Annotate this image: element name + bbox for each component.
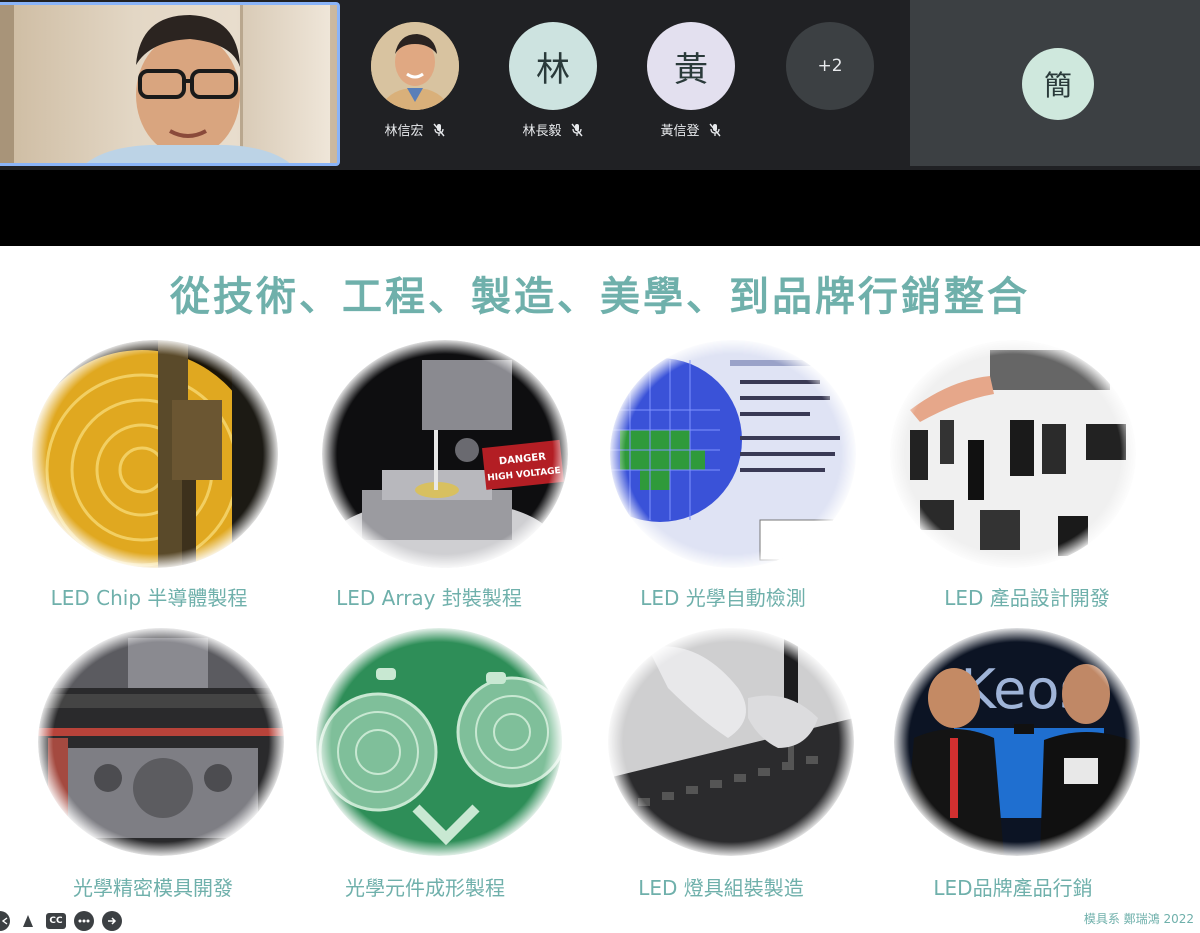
avatar: 林 bbox=[509, 22, 597, 110]
presentation-toolbar: CC bbox=[0, 911, 122, 931]
more-participants-button[interactable]: +2 bbox=[786, 22, 874, 110]
caption-precision-mold: 光學精密模具開發 bbox=[73, 876, 233, 900]
mic-off-icon bbox=[570, 123, 583, 136]
participant-name: 林長毅 bbox=[522, 124, 562, 139]
avatar: 黃 bbox=[647, 22, 735, 110]
prev-partial-button[interactable] bbox=[0, 911, 10, 931]
caption-brand-marketing: LED品牌產品行銷 bbox=[933, 876, 1093, 900]
speaker-figure bbox=[86, 15, 290, 163]
photo-precision-mold bbox=[38, 628, 284, 856]
photo-led-array: DANGER HIGH VOLTAGE bbox=[322, 340, 568, 568]
participant-name: 黃信登 bbox=[660, 124, 700, 139]
arrow-right-icon bbox=[108, 917, 117, 925]
photo-led-inspection bbox=[610, 340, 856, 568]
avatar bbox=[371, 22, 459, 110]
pen-icon bbox=[23, 915, 33, 927]
caption-led-inspection: LED 光學自動檢測 bbox=[640, 586, 806, 610]
caption-optical-molding: 光學元件成形製程 bbox=[345, 876, 505, 900]
presentation-letterbox bbox=[0, 170, 1200, 246]
photo-led-design bbox=[890, 340, 1136, 568]
side-participant-tile[interactable]: 簡 bbox=[910, 0, 1200, 166]
caption-led-chip: LED Chip 半導體製程 bbox=[50, 586, 248, 610]
mic-off-icon bbox=[708, 123, 721, 136]
slide-title: 從技術、工程、製造、美學、到品牌行銷整合 bbox=[170, 274, 1030, 320]
arrow-left-icon bbox=[1, 917, 8, 925]
caption-led-array: LED Array 封裝製程 bbox=[336, 586, 522, 610]
presentation-slide: 從技術、工程、製造、美學、到品牌行銷整合 LED Chip 半導體製程 DANG… bbox=[0, 246, 1200, 933]
slide-credit: 模具系 鄭瑞鴻 2022 bbox=[1083, 912, 1194, 926]
avatar: 簡 bbox=[1022, 48, 1094, 120]
annotate-button[interactable] bbox=[18, 911, 38, 931]
more-dots-icon bbox=[78, 919, 90, 923]
more-options-button[interactable] bbox=[74, 911, 94, 931]
photo-led-assembly bbox=[608, 628, 854, 856]
captions-button[interactable]: CC bbox=[46, 913, 66, 929]
photo-brand-marketing: Keos bbox=[894, 628, 1140, 856]
participant-photo bbox=[371, 22, 459, 110]
caption-led-assembly: LED 燈具組裝製造 bbox=[638, 876, 804, 900]
participant-tile[interactable]: 林 林長毅 bbox=[498, 22, 608, 139]
participant-tile[interactable]: 黃 黃信登 bbox=[636, 22, 746, 139]
caption-led-design: LED 產品設計開發 bbox=[944, 586, 1110, 610]
participant-name: 林信宏 bbox=[384, 124, 424, 139]
mic-off-icon bbox=[432, 123, 445, 136]
participant-strip: 林信宏 林 林長毅 黃 黃信登 +2 簡 bbox=[0, 0, 1200, 170]
photo-led-chip bbox=[32, 340, 278, 568]
photo-optical-molding bbox=[316, 628, 562, 856]
active-speaker-video[interactable] bbox=[0, 2, 340, 166]
participant-tile[interactable]: 林信宏 bbox=[360, 22, 470, 139]
next-slide-button[interactable] bbox=[102, 911, 122, 931]
